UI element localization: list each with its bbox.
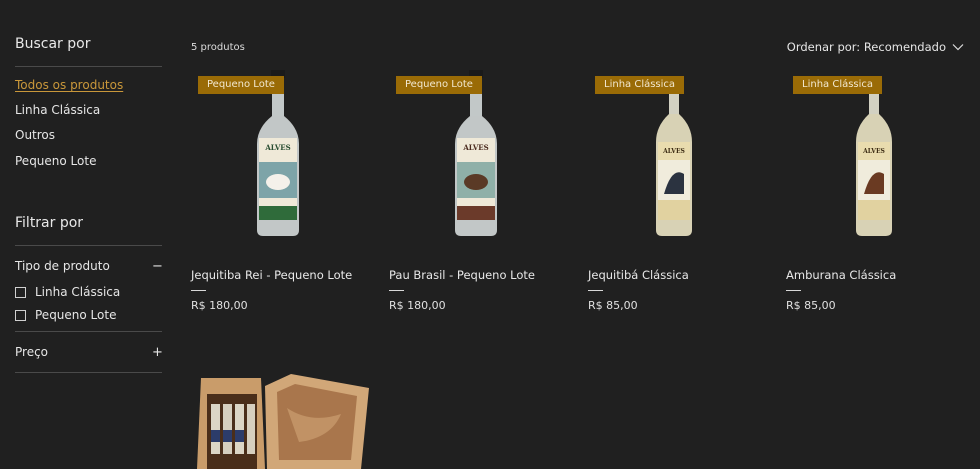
product-card[interactable]: Pequeno Lote ALVES Jequitiba Rei - Peque… xyxy=(191,70,366,330)
category-link-pequeno-lote[interactable]: Pequeno Lote xyxy=(15,154,96,168)
divider xyxy=(15,66,162,67)
filter-option-linha-classica[interactable]: Linha Clássica xyxy=(15,285,120,299)
divider xyxy=(786,290,801,291)
product-name[interactable]: Pau Brasil - Pequeno Lote xyxy=(389,268,535,282)
filter-price-label: Preço xyxy=(15,345,49,359)
divider xyxy=(389,290,404,291)
expand-icon: + xyxy=(152,344,163,360)
filter-option-label: Pequeno Lote xyxy=(35,308,117,322)
product-name[interactable]: Jequitiba Rei - Pequeno Lote xyxy=(191,268,352,282)
divider xyxy=(15,331,162,332)
filter-heading: Filtrar por xyxy=(15,215,84,231)
ribbon-badge: Linha Clássica xyxy=(595,76,685,94)
sort-label: Ordenar por: Recomendado xyxy=(786,40,946,54)
ribbon-badge: Pequeno Lote xyxy=(396,76,482,94)
divider xyxy=(15,372,162,373)
product-card[interactable]: Linha Clássica ALVES Jequitibá Clássica … xyxy=(588,70,763,330)
product-card[interactable] xyxy=(191,368,376,469)
category-link-all[interactable]: Todos os produtos xyxy=(15,78,123,92)
product-image[interactable]: ALVES xyxy=(588,70,763,240)
divider xyxy=(191,290,206,291)
svg-text:ALVES: ALVES xyxy=(662,148,685,155)
browse-heading: Buscar por xyxy=(15,36,91,52)
filter-product-type-label: Tipo de produto xyxy=(15,259,110,273)
filter-option-pequeno-lote[interactable]: Pequeno Lote xyxy=(15,308,116,322)
shop-page: Buscar por Todos os produtos Linha Cláss… xyxy=(0,0,980,469)
svg-text:ALVES: ALVES xyxy=(264,143,290,152)
checkbox[interactable] xyxy=(15,286,26,298)
svg-text:ALVES: ALVES xyxy=(462,143,488,152)
ribbon-badge: Linha Clássica xyxy=(793,76,883,94)
product-name[interactable]: Jequitibá Clássica xyxy=(588,268,689,282)
collapse-icon: − xyxy=(152,258,163,274)
checkbox[interactable] xyxy=(15,309,26,321)
filter-product-type-toggle[interactable]: Tipo de produto − xyxy=(15,258,163,274)
divider xyxy=(588,290,603,291)
category-link-outros[interactable]: Outros xyxy=(15,128,55,142)
divider xyxy=(15,245,162,246)
filter-option-label: Linha Clássica xyxy=(35,285,121,299)
product-card[interactable]: Pequeno Lote ALVES Pau Brasil - Pequeno … xyxy=(389,70,564,330)
filter-price-toggle[interactable]: Preço + xyxy=(15,344,163,360)
product-image[interactable]: ALVES xyxy=(786,70,961,240)
product-price: R$ 85,00 xyxy=(588,299,638,312)
product-price: R$ 180,00 xyxy=(191,299,248,312)
ribbon-badge: Pequeno Lote xyxy=(198,76,284,94)
product-count: 5 produtos xyxy=(191,42,245,53)
product-image[interactable]: ALVES xyxy=(389,70,564,240)
svg-text:ALVES: ALVES xyxy=(862,148,885,155)
product-price: R$ 85,00 xyxy=(786,299,836,312)
product-image[interactable]: ALVES xyxy=(191,70,366,240)
product-image[interactable] xyxy=(191,368,376,469)
sort-dropdown[interactable]: Ordenar por: Recomendado xyxy=(787,40,964,54)
product-name[interactable]: Amburana Clássica xyxy=(786,268,896,282)
product-card[interactable]: Linha Clássica ALVES Amburana Clássica R… xyxy=(786,70,961,330)
product-price: R$ 180,00 xyxy=(389,299,446,312)
category-link-linha-classica[interactable]: Linha Clássica xyxy=(15,103,100,117)
chevron-down-icon xyxy=(952,44,964,51)
